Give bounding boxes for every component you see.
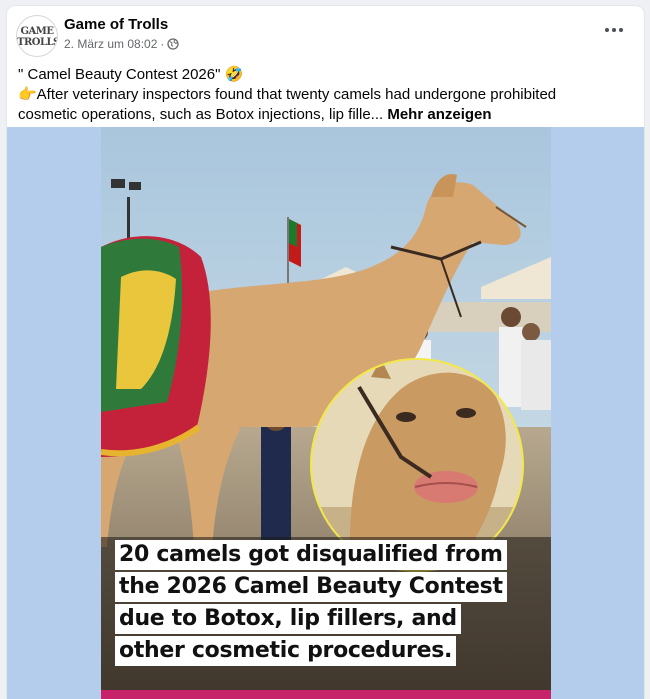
caption-line: the 2026 Camel Beauty Contest	[115, 572, 507, 602]
avatar-logo-text-top: GAME	[20, 26, 55, 37]
post-text-line-1: " Camel Beauty Contest 2026" 🤣	[18, 66, 244, 83]
post-text-line-2: 👉After veterinary inspectors found that …	[18, 85, 618, 125]
post-media[interactable]: 20 camels got disqualified from the 2026…	[7, 127, 644, 699]
post-text: " Camel Beauty Contest 2026" 🤣 👉After ve…	[18, 65, 618, 125]
image-caption-overlay: 20 camels got disqualified from the 2026…	[115, 539, 535, 667]
post-meta: 2. März um 08:02 ·	[64, 37, 180, 51]
page-avatar[interactable]: GAME TROLLS	[16, 15, 58, 57]
dot	[612, 28, 616, 32]
globe-icon	[167, 38, 180, 50]
caption-line: 20 camels got disqualified from	[115, 540, 507, 570]
post-card: GAME TROLLS Game of Trolls 2. März um 08…	[7, 6, 644, 699]
post-timestamp[interactable]: 2. März um 08:02	[64, 37, 157, 51]
post-photo[interactable]: 20 camels got disqualified from the 2026…	[101, 127, 551, 699]
avatar-logo-text-bottom: TROLLS	[17, 37, 58, 48]
dot	[619, 28, 623, 32]
caption-line: due to Botox, lip fillers, and	[115, 604, 461, 634]
meta-separator: ·	[160, 37, 165, 51]
see-more-link[interactable]: Mehr anzeigen	[387, 106, 491, 123]
page-name-link[interactable]: Game of Trolls	[64, 16, 168, 33]
dot	[605, 28, 609, 32]
post-options-button[interactable]	[600, 20, 628, 40]
caption-line: other cosmetic procedures.	[115, 636, 457, 666]
